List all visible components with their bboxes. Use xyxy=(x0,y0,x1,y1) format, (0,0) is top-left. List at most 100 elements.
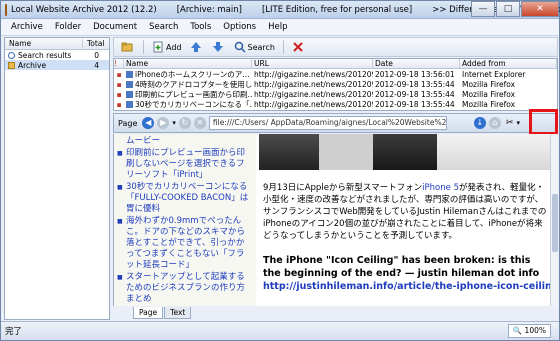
row-date: 2012-09-18 13:55:44 xyxy=(375,89,455,99)
url-column-header[interactable]: URL xyxy=(252,59,373,68)
sidebar-link[interactable]: 海外わずか0.9mmでぺったんこ。ドアの下などのスキマから落とすことができて、引… xyxy=(117,216,252,271)
add-button[interactable]: Add xyxy=(149,39,185,55)
page-icon xyxy=(126,91,133,98)
name-column-header[interactable]: Name xyxy=(124,59,252,68)
row-added-from: Mozilla Firefox xyxy=(462,99,516,109)
sidebar-link[interactable]: 30秒でカリカリベーコンになる「FULLY-COOKED BACON」は胃に優料 xyxy=(117,182,252,215)
search-button[interactable]: Search xyxy=(231,39,278,55)
menu-search[interactable]: Search xyxy=(143,22,184,32)
menu-folder[interactable]: Folder xyxy=(49,22,87,32)
status-bar: 完了 🔍 100% xyxy=(1,321,559,340)
forward-icon[interactable]: ▶ xyxy=(157,117,170,129)
archive-label: [Archive: main] xyxy=(176,4,242,15)
menu-options[interactable]: Options xyxy=(217,22,262,32)
row-added-from: Internet Explorer xyxy=(462,69,526,79)
row-name: 30秒でカリカリベーコンになる「… xyxy=(135,99,252,109)
zoom-control[interactable]: 🔍 100% xyxy=(507,324,551,338)
highlight-box xyxy=(529,109,558,135)
menu-archive[interactable]: Archive xyxy=(5,22,49,32)
view-tabs: Page Text xyxy=(113,307,558,319)
added-from-column-header[interactable]: Added from xyxy=(460,59,557,68)
total-column-header[interactable]: Total xyxy=(83,39,109,48)
title-bar: Local Website Archive 2012 (12.2) [Archi… xyxy=(1,1,560,19)
related-articles-sidebar: ムービー 印刷前にプレビュー画面から印刷しないページを選択できるフリーソフト「i… xyxy=(114,134,256,306)
edition-label: [LITE Edition, free for personal use] xyxy=(261,4,413,15)
tools-dropdown-icon[interactable]: ▾ xyxy=(516,119,520,127)
sidebar-link[interactable]: スタートアップとして起業するためのビジネスプランの作り方まとめ xyxy=(117,272,252,305)
flag-icon: ▪ xyxy=(116,79,122,89)
menu-document[interactable]: Document xyxy=(87,22,143,32)
dropdown-icon[interactable]: ▾ xyxy=(172,119,176,127)
arrow-up-icon xyxy=(190,42,201,52)
scrollbar-thumb[interactable] xyxy=(552,194,558,252)
app-logo-icon xyxy=(5,3,7,16)
folder-open-icon xyxy=(121,42,133,52)
page-icon xyxy=(126,71,133,78)
row-url: http://gigazine.net/news/201209… xyxy=(254,79,373,89)
page-icon xyxy=(126,101,133,108)
row-url: http://gigazine.net/news/201209… xyxy=(254,69,373,79)
row-name: 4時刻のクアドロコプターを使用し… xyxy=(135,79,252,89)
back-icon[interactable]: ◀ xyxy=(142,117,155,129)
arrow-down-icon xyxy=(212,42,223,52)
tab-page[interactable]: Page xyxy=(133,307,164,319)
search-label: Search xyxy=(247,42,275,52)
menu-bar: Archive Folder Document Search Tools Opt… xyxy=(1,19,559,36)
table-row[interactable]: ▪ 印刷前にプレビュー画面から印刷… http://gigazine.net/n… xyxy=(114,89,557,99)
sidebar-link[interactable]: 印刷前にプレビュー画面から印刷しないページを選択できるフリーソフト「iPrint… xyxy=(117,148,252,181)
row-name: 印刷前にプレビュー画面から印刷… xyxy=(135,89,252,99)
folder-item-total: 0 xyxy=(94,50,99,60)
refresh-icon[interactable]: ↻ xyxy=(178,117,191,129)
maximize-button[interactable]: □ xyxy=(496,1,520,17)
page-viewer: ムービー 印刷前にプレビュー画面から印刷しないページを選択できるフリーソフト「i… xyxy=(113,134,550,306)
move-down-button[interactable] xyxy=(209,39,229,55)
folder-item-label: Archive xyxy=(18,60,47,70)
folder-tree-pane: Name Total Search results 0 Archive 4 xyxy=(4,37,110,320)
folder-open-button[interactable] xyxy=(118,39,138,55)
folder-item-archive[interactable]: Archive 4 xyxy=(5,60,109,70)
tools-icon[interactable]: ✂ xyxy=(506,118,514,128)
row-added-from: Mozilla Firefox xyxy=(462,89,516,99)
flag-icon: ▪ xyxy=(116,99,122,109)
row-url: http://gigazine.net/news/201209… xyxy=(254,99,373,109)
browser-toolbar: Page ◀ ▶ ▾ ↻ ✕ file:///C:/Users/ AppData… xyxy=(113,113,558,133)
search-icon xyxy=(8,51,15,59)
sidebar-link[interactable]: ムービー xyxy=(126,136,252,147)
close-button[interactable]: ✕ xyxy=(521,1,559,17)
quoted-headline: The iPhone "Icon Ceiling" has been broke… xyxy=(263,255,540,279)
source-link[interactable]: http://justinhileman.info/article/the-ip… xyxy=(259,280,550,293)
row-url: http://gigazine.net/news/201209… xyxy=(254,89,373,99)
row-added-from: Mozilla Firefox xyxy=(462,79,516,89)
move-up-button[interactable] xyxy=(187,39,207,55)
home-icon[interactable]: ⌂ xyxy=(488,117,501,129)
table-row[interactable]: ▪ 4時刻のクアドロコプターを使用し… http://gigazine.net/… xyxy=(114,79,557,89)
menu-help[interactable]: Help xyxy=(262,22,293,32)
row-date: 2012-09-18 13:55:44 xyxy=(375,99,455,109)
flag-icon: ▪ xyxy=(116,89,122,99)
add-label: Add xyxy=(166,42,182,52)
table-row[interactable]: ▪ 30秒でカリカリベーコンになる「… http://gigazine.net/… xyxy=(114,99,557,109)
table-header: ! Name URL Date Added from xyxy=(114,59,557,69)
name-column-header[interactable]: Name xyxy=(5,39,83,48)
folder-item-search-results[interactable]: Search results 0 xyxy=(5,50,109,60)
row-name: iPhoneのホームスクリーンのア… xyxy=(135,69,250,79)
delete-button[interactable] xyxy=(289,39,309,55)
go-icon[interactable]: ↓ xyxy=(473,117,486,129)
iphone5-link[interactable]: iPhone 5 xyxy=(422,183,459,193)
flag-icon: ▪ xyxy=(116,69,122,79)
vertical-scrollbar[interactable] xyxy=(550,134,558,306)
menu-tools[interactable]: Tools xyxy=(184,22,217,32)
stop-icon[interactable]: ✕ xyxy=(193,117,206,129)
url-field[interactable]: file:///C:/Users/ AppData/Roaming/aignes… xyxy=(208,116,447,130)
app-window: Local Website Archive 2012 (12.2) [Archi… xyxy=(0,0,560,341)
tab-text[interactable]: Text xyxy=(164,307,192,319)
page-icon xyxy=(126,81,133,88)
magnifier-icon xyxy=(234,41,246,53)
minimize-button[interactable]: — xyxy=(471,1,495,17)
date-column-header[interactable]: Date xyxy=(373,59,460,68)
row-date: 2012-09-18 13:55:44 xyxy=(375,79,455,89)
article-body: 9月13日にAppleから新型スマートフォンiPhone 5が発表され、軽量化・… xyxy=(259,134,550,306)
flag-column-header[interactable]: ! xyxy=(114,59,124,68)
main-toolbar: Add Search xyxy=(113,37,558,57)
table-row[interactable]: ▪ iPhoneのホームスクリーンのア… http://gigazine.net… xyxy=(114,69,557,79)
